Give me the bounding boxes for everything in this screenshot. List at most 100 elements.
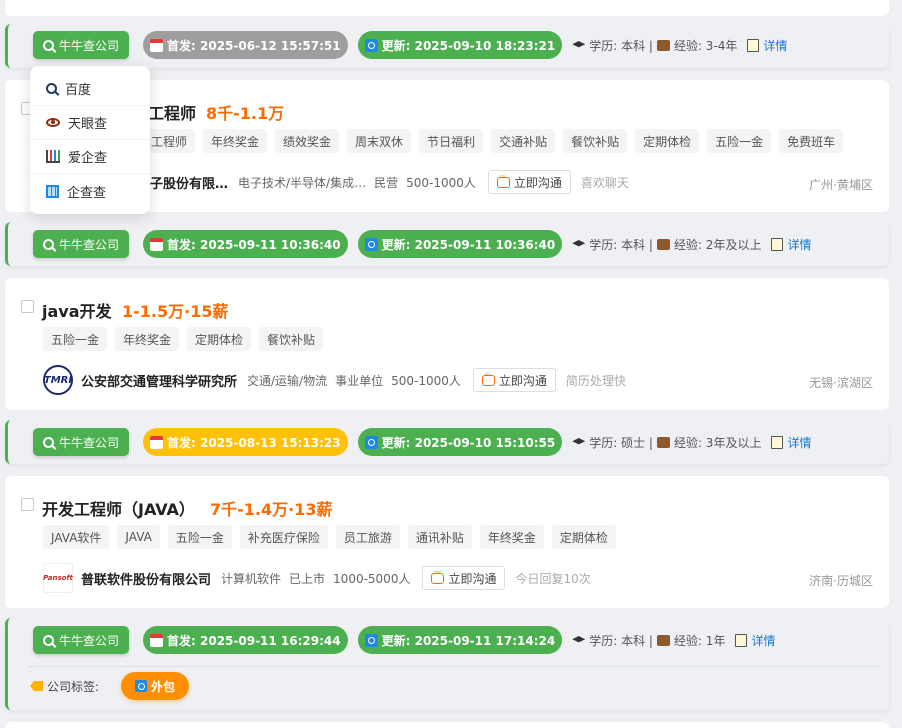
first-publish-text: 首发: 2025-09-11 16:29:44 <box>167 633 341 648</box>
experience-requirement: 经验: 2年及以上 <box>656 236 762 253</box>
graduation-cap-icon <box>572 240 586 247</box>
detail-label[interactable]: 详情 <box>763 37 787 54</box>
briefcase-icon <box>656 39 670 51</box>
company-row: TMRI 公安部交通管理科学研究所 交通/运输/物流 事业单位 500-1000… <box>43 365 626 395</box>
select-checkbox[interactable] <box>21 300 34 313</box>
hr-status: 简历处理快 <box>565 373 626 388</box>
job-tag: JAVA <box>117 525 160 549</box>
job-tag: 定期体检 <box>551 525 616 549</box>
chat-bubble-icon <box>481 370 495 386</box>
chat-bubble-icon <box>431 568 445 584</box>
job-tag: 五险一金 <box>707 129 772 153</box>
bar-divider <box>28 666 879 667</box>
first-publish-badge: 首发: 2025-06-12 15:57:51 <box>143 31 348 59</box>
job-salary: 8千-1.1万 <box>206 104 285 123</box>
update-text: 更新: 2025-09-11 17:14:24 <box>381 633 556 648</box>
job-tag: 交通补贴 <box>491 129 556 153</box>
chat-label: 立即沟通 <box>448 571 497 586</box>
detail-link[interactable]: 详情 <box>771 236 811 253</box>
info-bar: 牛牛查公司 首发: 2025-06-12 15:57:51 更新: 2025-0… <box>5 24 889 68</box>
info-bar: 牛牛查公司 首发: 2025-09-11 10:36:40 更新: 2025-0… <box>5 222 889 266</box>
job-card-bottom <box>5 722 889 728</box>
niuniu-label: 牛牛查公司 <box>59 38 120 53</box>
search-icon <box>46 83 57 94</box>
detail-label[interactable]: 详情 <box>787 236 811 253</box>
experience-text: 经验: 2年及以上 <box>673 237 762 252</box>
chat-now-button[interactable]: 立即沟通 <box>472 368 556 392</box>
company-logo: TMRI <box>43 365 73 395</box>
job-title[interactable]: java开发 <box>42 298 112 322</box>
job-tag: 年终奖金 <box>479 525 544 549</box>
dropdown-item-label: 百度 <box>65 83 92 98</box>
dropdown-item-tianyancha[interactable]: 天眼查 <box>30 106 150 140</box>
briefcase-icon <box>656 436 670 448</box>
education-requirement: 学历: 本科 | <box>572 236 653 253</box>
building-icon <box>46 184 59 198</box>
chat-label: 立即沟通 <box>498 373 547 388</box>
dropdown-item-baidu[interactable]: 百度 <box>30 72 150 106</box>
company-row: 子股份有限… 电子技术/半导体/集成… 民营 500-1000人 立即沟通 喜欢… <box>150 170 629 194</box>
job-title[interactable]: 开发工程师（JAVA） <box>42 496 195 520</box>
chat-now-button[interactable]: 立即沟通 <box>487 170 571 194</box>
graduation-cap-icon <box>572 438 586 445</box>
job-tag: 周末双休 <box>347 129 412 153</box>
dropdown-item-aiqicha[interactable]: 爱企查 <box>30 140 150 174</box>
eye-icon <box>46 118 60 127</box>
education-requirement: 学历: 本科 | <box>572 37 653 54</box>
job-tag: 年终奖金 <box>203 129 268 153</box>
calendar-icon <box>150 38 164 52</box>
company-name[interactable]: 公安部交通管理科学研究所 <box>81 371 237 390</box>
niuniu-check-company-button[interactable]: 牛牛查公司 <box>33 626 130 654</box>
niuniu-check-company-button[interactable]: 牛牛查公司 <box>33 31 130 59</box>
job-tag: 员工旅游 <box>335 525 400 549</box>
refresh-icon <box>364 38 378 52</box>
company-tag-text: 外包 <box>151 679 176 694</box>
dropdown-item-label: 天眼查 <box>68 117 108 132</box>
chat-bubble-icon <box>496 172 510 188</box>
detail-link[interactable]: 详情 <box>771 434 811 451</box>
search-icon <box>43 436 54 448</box>
first-publish-badge: 首发: 2025-08-13 15:13:23 <box>143 428 348 456</box>
job-location: 广州·黄埔区 <box>809 178 873 192</box>
company-ownership: 民营 <box>374 175 399 190</box>
dropdown-item-qichacha[interactable]: 企查查 <box>30 174 150 208</box>
education-requirement: 学历: 本科 | <box>572 632 653 649</box>
job-tag: 五险一金 <box>167 525 232 549</box>
detail-link[interactable]: 详情 <box>747 37 787 54</box>
first-publish-text: 首发: 2025-09-11 10:36:40 <box>167 237 341 252</box>
experience-requirement: 经验: 3年及以上 <box>656 434 761 451</box>
company-ownership: 已上市 <box>289 571 326 586</box>
first-publish-badge: 首发: 2025-09-11 10:36:40 <box>143 230 348 258</box>
calendar-icon <box>150 237 164 251</box>
select-checkbox[interactable] <box>21 498 34 511</box>
niuniu-check-company-button[interactable]: 牛牛查公司 <box>33 230 130 258</box>
job-tag: 五险一金 <box>43 327 108 351</box>
detail-link[interactable]: 详情 <box>735 632 775 649</box>
dropdown-item-label: 爱企查 <box>68 151 108 166</box>
job-tag: 绩效奖金 <box>275 129 340 153</box>
detail-label[interactable]: 详情 <box>787 434 811 451</box>
experience-text: 经验: 1年 <box>673 633 726 648</box>
hr-status: 喜欢聊天 <box>580 175 629 190</box>
memo-icon <box>771 435 784 449</box>
search-icon <box>43 39 54 51</box>
update-badge: 更新: 2025-09-10 18:23:21 <box>357 31 563 59</box>
niuniu-check-company-button[interactable]: 牛牛查公司 <box>33 428 130 456</box>
company-ownership: 事业单位 <box>335 373 384 388</box>
company-name[interactable]: 普联软件股份有限公司 <box>81 569 211 588</box>
update-badge: 更新: 2025-09-11 10:36:40 <box>357 230 563 258</box>
refresh-icon <box>364 237 378 251</box>
company-name[interactable]: 子股份有限… <box>150 173 228 192</box>
update-text: 更新: 2025-09-10 18:23:21 <box>381 38 556 53</box>
company-search-dropdown: 百度 天眼查 爱企查 企查查 <box>30 66 150 214</box>
memo-icon <box>747 38 760 52</box>
job-tag: JAVA软件 <box>43 525 110 549</box>
graduation-cap-icon <box>572 41 586 48</box>
job-title[interactable]: 工程师 <box>148 100 196 124</box>
company-tag-badge[interactable]: 外包 <box>121 672 190 700</box>
tag-icon <box>30 681 43 691</box>
detail-label[interactable]: 详情 <box>751 632 775 649</box>
chat-now-button[interactable]: 立即沟通 <box>422 566 506 590</box>
first-publish-text: 首发: 2025-08-13 15:13:23 <box>167 435 341 450</box>
search-icon <box>43 634 54 646</box>
